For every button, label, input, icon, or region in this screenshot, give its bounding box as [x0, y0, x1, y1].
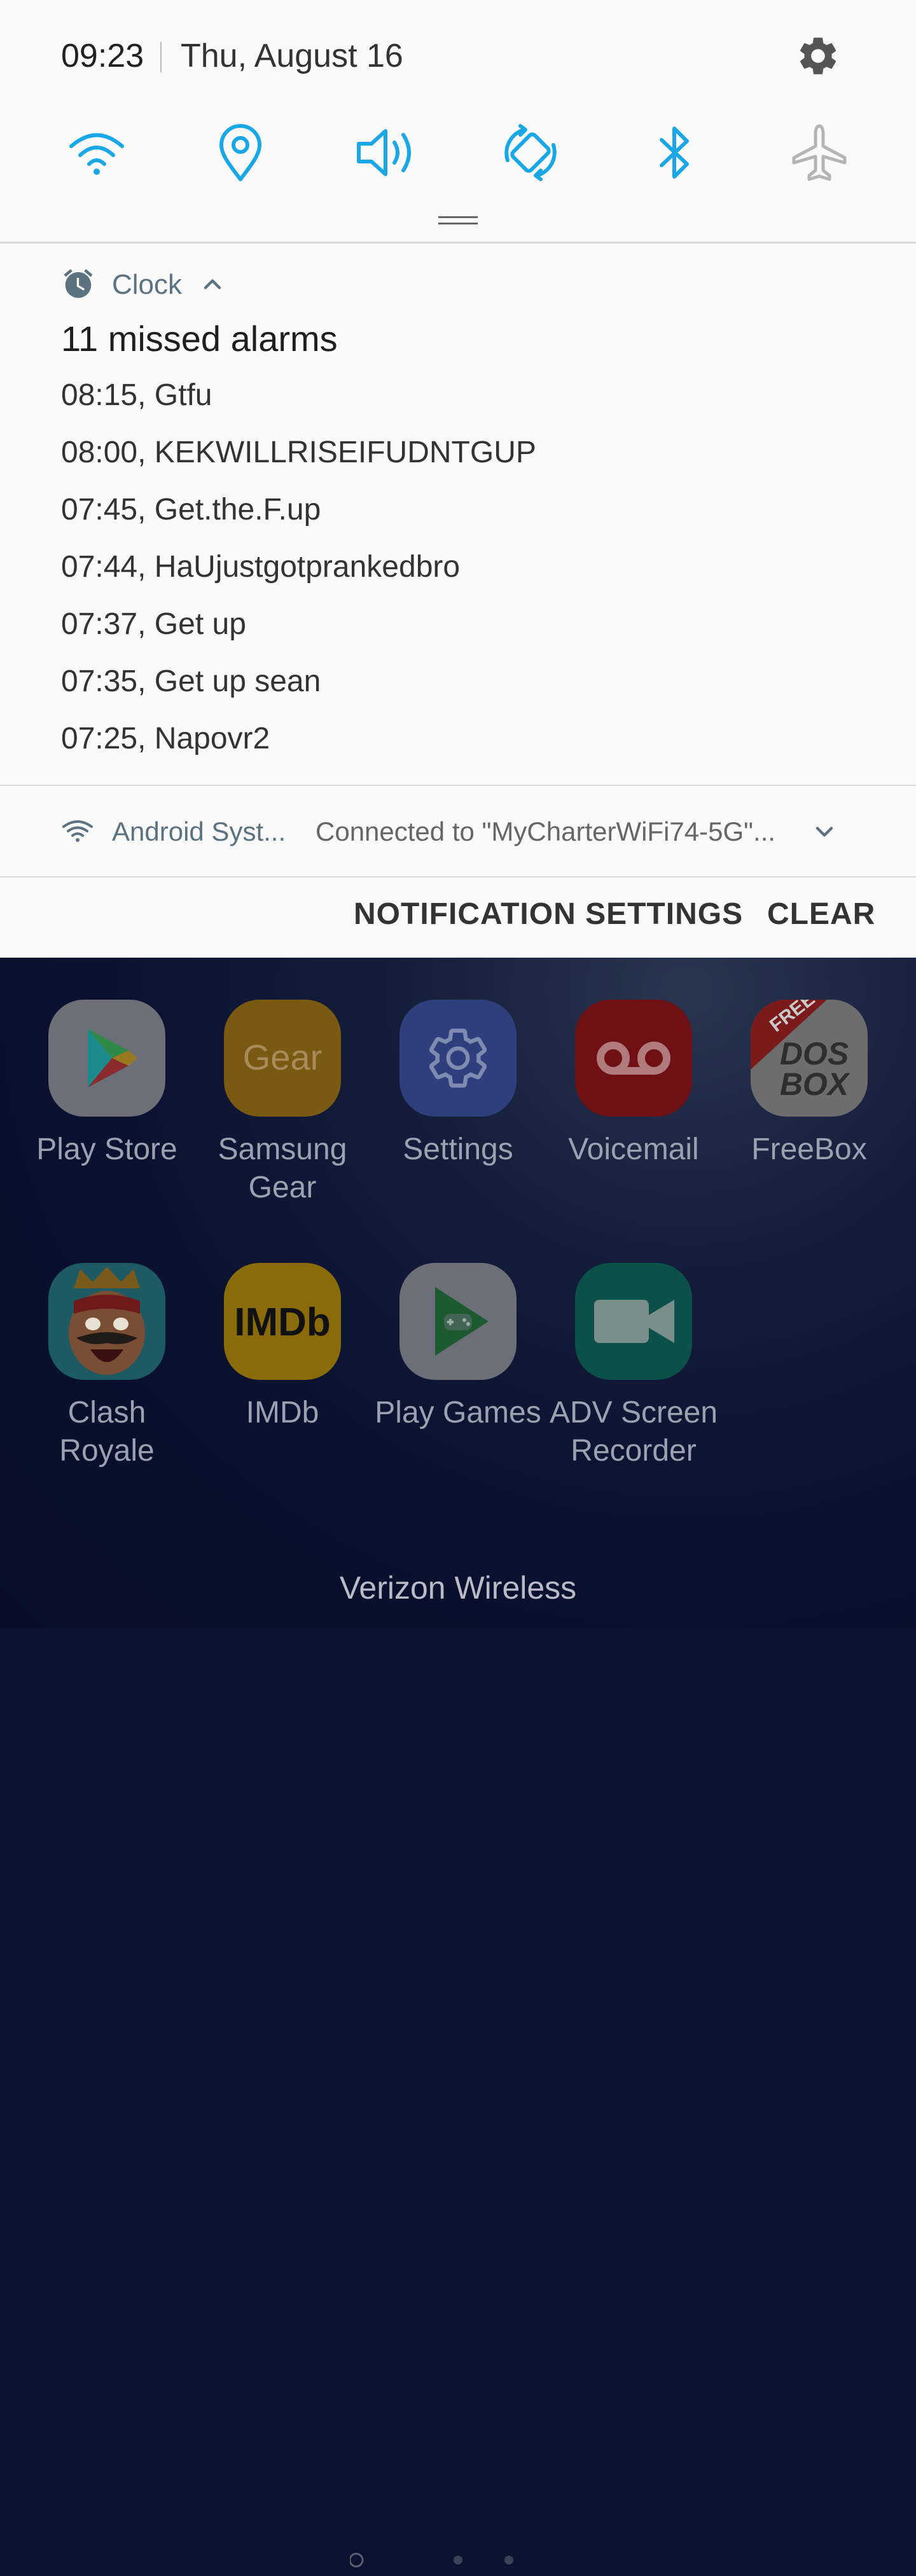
chevron-down-icon[interactable]: [810, 818, 838, 846]
missed-alarm-item: 07:35, Get up sean: [61, 665, 321, 698]
freebox-box-text: BOX: [780, 1066, 850, 1102]
app-voicemail[interactable]: Voicemail: [546, 1000, 721, 1169]
app-label: ADV Screen Recorder: [549, 1396, 718, 1468]
shade-header: 09:23 Thu, August 16: [0, 0, 916, 114]
home-screen: Play Store Gear Samsung Gear Settings Vo…: [0, 958, 916, 2568]
app-samsung-gear[interactable]: Gear Samsung Gear: [195, 1000, 370, 1207]
missed-alarm-item: 07:44, HaUjustgotprankedbro: [61, 550, 461, 584]
app-settings[interactable]: Settings: [370, 1000, 546, 1169]
missed-alarm-item: 08:15, Gtfu: [61, 378, 212, 412]
gear-icon[interactable]: [795, 33, 841, 79]
clash-royale-icon: [48, 1263, 165, 1380]
clock-notification[interactable]: Clock 11 missed alarms 08:15, Gtfu 08:00…: [0, 244, 916, 785]
play-store-icon: [48, 1000, 165, 1117]
notification-text: Connected to "MyCharterWiFi74-5G"...: [316, 816, 776, 846]
page-indicator[interactable]: [349, 2547, 566, 2573]
settings-gear-icon: [399, 1000, 517, 1117]
notification-app-name: Clock: [112, 269, 183, 300]
location-pin-icon[interactable]: [209, 121, 272, 184]
gear-logo-text: Gear: [243, 1037, 323, 1077]
missed-alarm-item: 07:37, Get up: [61, 607, 246, 641]
speaker-icon[interactable]: [354, 121, 417, 184]
wifi-icon: [61, 818, 94, 843]
airplane-icon[interactable]: [788, 121, 851, 184]
app-play-games[interactable]: Play Games: [370, 1263, 546, 1432]
voicemail-icon: [575, 1000, 692, 1117]
app-label: Samsung Gear: [218, 1133, 347, 1204]
samsung-gear-icon: Gear: [224, 1000, 341, 1117]
app-label: Clash Royale: [59, 1396, 155, 1468]
missed-alarm-list: 08:15, Gtfu 08:00, KEKWILLRISEIFUDNTGUP …: [61, 378, 536, 779]
android-system-notification[interactable]: Android Syst... Connected to "MyCharterW…: [0, 786, 916, 876]
app-imdb[interactable]: IMDb IMDb: [195, 1263, 370, 1432]
missed-alarm-item: 08:00, KEKWILLRISEIFUDNTGUP: [61, 436, 536, 469]
quick-toggles: [0, 114, 916, 191]
app-label: Play Games: [375, 1396, 541, 1429]
app-freebox[interactable]: FREE DOS BOX FreeBox: [721, 1000, 897, 1169]
clear-button[interactable]: CLEAR: [767, 897, 875, 932]
missed-alarm-item: 07:45, Get.the.F.up: [61, 493, 321, 527]
play-games-icon: [399, 1263, 517, 1380]
app-adv-screen-recorder[interactable]: ADV Screen Recorder: [546, 1263, 721, 1470]
app-label: FreeBox: [751, 1133, 867, 1166]
imdb-icon: IMDb: [224, 1263, 341, 1380]
carrier-label: Verizon Wireless: [339, 1570, 577, 1606]
shade-drag-handle[interactable]: [438, 216, 478, 226]
app-label: IMDb: [246, 1396, 319, 1429]
alarm-clock-icon: [61, 266, 95, 301]
wifi-icon[interactable]: [65, 121, 128, 184]
clock-time: 09:23: [61, 38, 144, 74]
app-label: Voicemail: [568, 1133, 699, 1166]
notification-app-name: Android Syst...: [112, 816, 286, 846]
header-divider: [160, 42, 162, 72]
app-label: Settings: [403, 1133, 513, 1166]
notification-actions: NOTIFICATION SETTINGS CLEAR: [0, 878, 916, 958]
app-clash-royale[interactable]: Clash Royale: [19, 1263, 195, 1470]
app-play-store[interactable]: Play Store: [19, 1000, 195, 1169]
date-text: Thu, August 16: [181, 38, 403, 74]
missed-alarm-item: 07:25, Napovr2: [61, 722, 270, 755]
rotate-icon[interactable]: [499, 121, 562, 184]
notification-title: 11 missed alarms: [61, 319, 338, 359]
imdb-logo-text: IMDb: [234, 1300, 331, 1344]
bluetooth-icon[interactable]: [642, 121, 706, 184]
notification-shade: 09:23 Thu, August 16 Clock 11 missed ala…: [0, 0, 916, 958]
freebox-icon: FREE DOS BOX: [751, 1000, 868, 1117]
chevron-up-icon[interactable]: [198, 270, 226, 298]
app-label: Play Store: [36, 1133, 177, 1166]
video-camera-icon: [575, 1263, 692, 1380]
notification-settings-button[interactable]: NOTIFICATION SETTINGS: [354, 897, 743, 932]
